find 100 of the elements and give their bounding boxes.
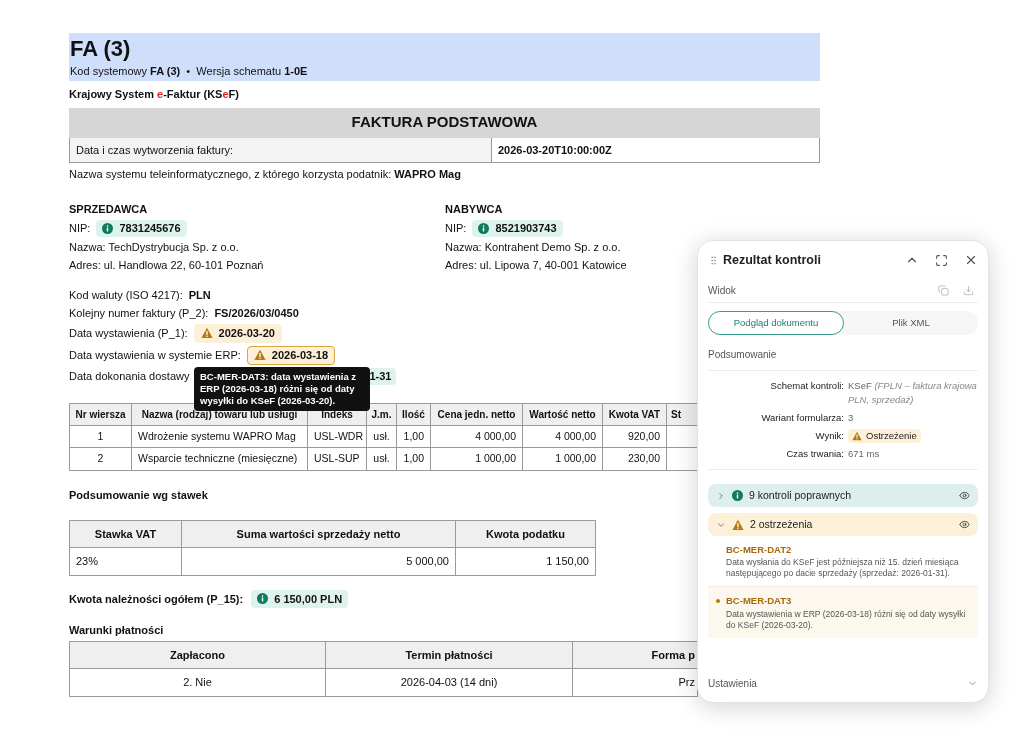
table-cell: 4 000,00 xyxy=(522,425,603,448)
column-header: Nr wiersza xyxy=(69,403,132,425)
warning-item[interactable]: BC-MER-DAT2 Data wysłania do KSeF jest późniejsza niż 15. dzień miesiąca następującego po dacie sprzedaży (sprzedaż: 2026-01-31). xyxy=(708,536,978,587)
field-value: PLN xyxy=(188,287,211,303)
summary-value: 671 ms xyxy=(848,447,881,461)
column-header: J.m. xyxy=(366,403,397,425)
party-address: Adres: ul. Handlowa 22, 60-101 Poznań xyxy=(69,257,264,273)
document-heading: FAKTURA PODSTAWOWA xyxy=(69,107,820,138)
field-label: Data wystawienia w systemie ERP: xyxy=(69,347,241,363)
warning-code: BC-MER-DAT3 xyxy=(726,594,793,609)
table-cell: USL-SUP xyxy=(307,447,367,471)
tooltip: BC-MER-DAT3: data wystawienia z ERP (2026-03-18) różni się od daty wysyłki do KSeF (2026-03-20). xyxy=(194,366,370,411)
party-name: Nazwa: Kontrahent Demo Sp. z o.o. xyxy=(445,239,621,255)
table-cell: USL-WDR xyxy=(307,425,367,448)
info-icon xyxy=(102,222,114,234)
column-header: Cena jedn. netto xyxy=(430,403,523,425)
section-heading: Warunki płatności xyxy=(69,623,164,638)
info-icon xyxy=(478,222,490,234)
warning-item[interactable]: BC-MER-DAT3 Data wystawienia w ERP (2026-03-18) różni się od daty wysyłki do KSeF (2026-03-20). xyxy=(708,586,978,638)
info-icon xyxy=(732,490,743,501)
drag-handle-icon[interactable] xyxy=(708,254,719,266)
column-header: Zapłacono xyxy=(69,641,326,669)
view-tab[interactable]: Podgląd dokumentu xyxy=(708,311,844,335)
system-name-text: Nazwa systemu teleinformatycznego, z którego korzysta podatnik: WAPRO Mag xyxy=(69,167,461,182)
table-cell: 1 000,00 xyxy=(430,447,523,471)
table-cell: 4 000,00 xyxy=(430,425,523,448)
field-label: Data wystawienia (P_1): xyxy=(69,325,188,341)
table-cell: Wsparcie techniczne (miesięczne) xyxy=(131,447,308,471)
field-label: Kod waluty (ISO 4217): xyxy=(69,287,183,303)
table-cell: 2026-04-03 (14 dni) xyxy=(325,668,573,696)
section-heading: Podsumowanie wg stawek xyxy=(69,488,208,503)
total-label: Kwota należności ogółem (P_15): xyxy=(69,591,244,607)
info-badge: 7831245676 xyxy=(96,219,187,237)
table-cell: usł. xyxy=(366,425,397,448)
field-label: Data dokonania dostawy xyxy=(69,368,190,384)
document-subtitle: Kod systemowy FA (3) • Wersja schematu 1-0E xyxy=(70,64,309,79)
view-tab[interactable]: Plik XML xyxy=(844,311,978,335)
table-cell: 230,00 xyxy=(602,447,667,471)
fullscreen-icon[interactable] xyxy=(935,253,948,267)
summary-label: Wariant formularza: xyxy=(760,411,844,425)
panel-title: Rezultat kontroli xyxy=(723,251,822,269)
column-header: Termin płatności xyxy=(325,641,573,669)
field-label: NIP: xyxy=(69,220,91,236)
warning-icon xyxy=(852,431,862,441)
section-title: Podsumowanie xyxy=(708,347,978,371)
summary-value: 3 xyxy=(848,411,855,425)
info-badge: 6 150,00 PLN xyxy=(251,589,349,608)
field-label: Kolejny numer faktury (P_2): xyxy=(69,305,209,321)
column-header: St xyxy=(666,403,698,425)
warning-text: Data wystawienia w ERP (2026-03-18) różni się od daty wysyłki do KSeF (2026-03-20). xyxy=(726,608,967,631)
result-group-header[interactable]: 9 kontroli poprawnych xyxy=(708,484,978,507)
column-header: Suma wartości sprzedaży netto xyxy=(181,520,456,548)
document-title: FA (3) xyxy=(70,35,132,63)
table-cell: Data i czas wytworzenia faktury: xyxy=(70,137,492,162)
party-address: Adres: ul. Lipowa 7, 40-001 Katowice xyxy=(445,257,627,273)
eye-icon[interactable] xyxy=(959,519,970,530)
group-label: 2 ostrzeżenia xyxy=(750,516,814,532)
table-cell: 5 000,00 xyxy=(181,547,456,575)
chevron-icon xyxy=(716,490,726,501)
table-cell: 2. Nie xyxy=(69,668,326,696)
summary-label: Schemat kontroli: xyxy=(769,379,844,393)
table-cell-text: 2026-03-20T10:00:00Z xyxy=(497,142,613,158)
warning-icon xyxy=(253,349,266,361)
result-group-header[interactable]: 2 ostrzeżenia xyxy=(708,513,978,536)
warning-badge: 2026-03-20 xyxy=(193,323,282,343)
table-cell: 1,00 xyxy=(396,447,431,471)
field-label: NIP: xyxy=(445,220,467,236)
result-badge: Ostrzeżenie xyxy=(848,429,921,443)
column-header: Ilość xyxy=(396,403,431,425)
column-header: Wartość netto xyxy=(522,403,603,425)
close-icon[interactable] xyxy=(964,253,978,267)
eye-icon[interactable] xyxy=(959,490,970,501)
column-header: Forma p xyxy=(572,641,698,669)
warning-code: BC-MER-DAT2 xyxy=(726,543,793,557)
table-cell: 1 000,00 xyxy=(522,447,603,471)
table-cell: 2 xyxy=(69,447,132,471)
table-cell: usł. xyxy=(366,447,397,471)
info-icon xyxy=(257,593,269,605)
section-heading: NABYWCA xyxy=(445,201,503,217)
summary-value: KSeF (FPLN – faktura krajowa PLN, sprzedaż) xyxy=(848,379,978,407)
field-value: FS/2026/03/0450 xyxy=(214,305,299,321)
view-label: Widok xyxy=(708,284,737,298)
warning-icon xyxy=(200,327,213,339)
info-badge: 8521903743 xyxy=(472,219,563,237)
table-cell: 1,00 xyxy=(396,425,431,448)
table-cell: 920,00 xyxy=(602,425,667,448)
column-header: Kwota VAT xyxy=(602,403,667,425)
warning-badge: 2026-03-18 xyxy=(246,345,336,365)
section-heading: SPRZEDAWCA xyxy=(69,201,148,217)
table-cell: 1 150,00 xyxy=(455,547,596,575)
group-label: 9 kontroli poprawnych xyxy=(749,487,853,503)
settings-label[interactable]: Ustawienia xyxy=(708,675,967,691)
warning-icon xyxy=(732,518,744,531)
table-cell: 1 xyxy=(69,425,132,448)
summary-label: Czas trwania: xyxy=(785,447,844,461)
party-name: Nazwa: TechDystrybucja Sp. z o.o. xyxy=(69,239,239,255)
table-cell: Wdrożenie systemu WAPRO Mag xyxy=(131,425,308,448)
system-name: Krajowy System e-Faktur (KSeF) xyxy=(69,87,239,102)
table-cell: 23% xyxy=(69,547,182,575)
summary-label: Wynik: xyxy=(814,429,844,443)
